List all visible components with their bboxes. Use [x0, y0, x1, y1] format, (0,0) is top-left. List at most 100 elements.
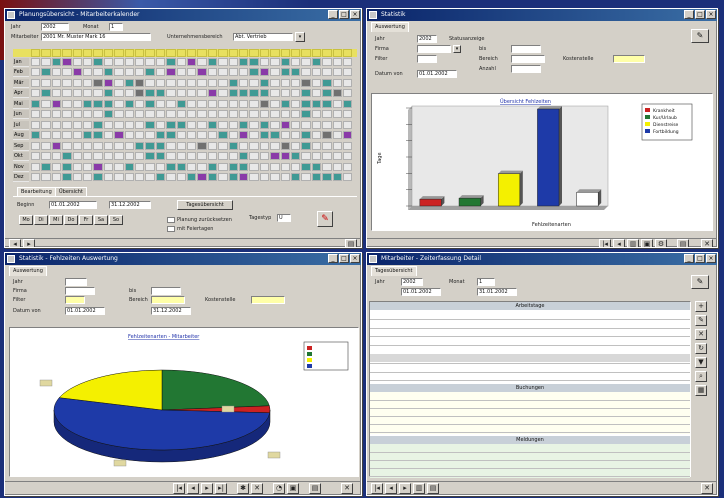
table-row[interactable]: [370, 319, 690, 327]
day-cell[interactable]: [311, 89, 322, 97]
day-cell[interactable]: [83, 131, 93, 139]
day-cell[interactable]: [291, 173, 301, 181]
day-cell[interactable]: [259, 100, 270, 108]
day-cell[interactable]: [270, 121, 280, 129]
tab-auswertung[interactable]: Auswertung: [9, 266, 47, 276]
day-cell[interactable]: [135, 68, 145, 76]
day-cell[interactable]: [280, 131, 290, 139]
day-cell[interactable]: [322, 100, 332, 108]
day-cell[interactable]: [51, 152, 62, 160]
day-cell[interactable]: [83, 121, 93, 129]
year-field[interactable]: [65, 278, 87, 286]
day-cell[interactable]: [83, 163, 93, 171]
day-cell[interactable]: [239, 131, 249, 139]
day-cell[interactable]: [259, 163, 270, 171]
filter-field[interactable]: [417, 55, 437, 63]
day-cell[interactable]: [41, 100, 51, 108]
day-cell[interactable]: [311, 100, 322, 108]
day-cell[interactable]: [176, 68, 186, 76]
day-cell[interactable]: [197, 163, 207, 171]
day-cell[interactable]: [145, 142, 155, 150]
day-cell[interactable]: [93, 110, 103, 118]
minimize-button[interactable]: _: [684, 254, 694, 263]
day-cell[interactable]: [239, 152, 249, 160]
maximize-button[interactable]: □: [695, 10, 705, 19]
day-cell[interactable]: [301, 163, 311, 171]
day-cell[interactable]: [249, 142, 259, 150]
day-cell[interactable]: [249, 163, 259, 171]
day-cell[interactable]: [197, 152, 207, 160]
day-cell[interactable]: [31, 173, 41, 181]
day-cell[interactable]: [103, 173, 114, 181]
day-cell[interactable]: [124, 79, 134, 87]
day-cell[interactable]: [207, 89, 218, 97]
day-cell[interactable]: [332, 142, 342, 150]
day-cell[interactable]: [72, 142, 82, 150]
day-cell[interactable]: [270, 163, 280, 171]
day-cell[interactable]: [270, 100, 280, 108]
day-cell[interactable]: [291, 163, 301, 171]
daytype-field[interactable]: U: [277, 214, 291, 222]
day-cell[interactable]: [31, 100, 41, 108]
print-icon[interactable]: ▤: [677, 239, 689, 247]
day-cell[interactable]: [114, 58, 124, 66]
day-cell[interactable]: [343, 58, 353, 66]
table-row[interactable]: [370, 372, 690, 380]
day-cell[interactable]: [155, 131, 166, 139]
day-cell[interactable]: [239, 173, 249, 181]
day-cell[interactable]: [270, 131, 280, 139]
day-cell[interactable]: [332, 110, 342, 118]
day-cell[interactable]: [311, 110, 322, 118]
day-cell[interactable]: [280, 152, 290, 160]
day-cell[interactable]: [176, 110, 186, 118]
weekday-button[interactable]: Di: [34, 215, 48, 225]
settings-icon[interactable]: ⚙: [655, 239, 667, 247]
tab-tagesuebersicht[interactable]: Tagesübersicht: [371, 266, 417, 276]
search-icon[interactable]: ⌕: [695, 371, 707, 382]
day-cell[interactable]: [218, 110, 228, 118]
day-cell[interactable]: [239, 89, 249, 97]
day-cell[interactable]: [228, 131, 238, 139]
company-field[interactable]: [417, 45, 451, 53]
day-cell[interactable]: [145, 68, 155, 76]
chart-icon[interactable]: ▥: [413, 483, 425, 494]
day-cell[interactable]: [322, 58, 332, 66]
day-cell[interactable]: [343, 131, 353, 139]
day-cell[interactable]: [343, 89, 353, 97]
day-cell[interactable]: [280, 142, 290, 150]
day-cell[interactable]: [311, 173, 322, 181]
begin-field[interactable]: 01.01.2002: [49, 201, 97, 209]
day-cell[interactable]: [51, 142, 62, 150]
day-cell[interactable]: [280, 68, 290, 76]
day-cell[interactable]: [135, 142, 145, 150]
day-cell[interactable]: [239, 163, 249, 171]
title-bar[interactable]: Planungsübersicht - Mitarbeiterkalender …: [5, 9, 361, 21]
day-cell[interactable]: [62, 163, 72, 171]
weekday-button[interactable]: Sa: [94, 215, 108, 225]
day-cell[interactable]: [176, 58, 186, 66]
day-cell[interactable]: [259, 142, 270, 150]
day-cell[interactable]: [62, 100, 72, 108]
day-cell[interactable]: [322, 173, 332, 181]
day-cell[interactable]: [301, 58, 311, 66]
day-cell[interactable]: [155, 121, 166, 129]
day-cell[interactable]: [187, 131, 197, 139]
print-icon[interactable]: ▤: [427, 483, 439, 494]
day-cell[interactable]: [145, 152, 155, 160]
day-cell[interactable]: [72, 131, 82, 139]
day-cell[interactable]: [124, 163, 134, 171]
weekday-button[interactable]: So: [109, 215, 123, 225]
day-cell[interactable]: [83, 173, 93, 181]
day-cell[interactable]: [280, 173, 290, 181]
day-cell[interactable]: [93, 121, 103, 129]
day-cell[interactable]: [93, 79, 103, 87]
day-cell[interactable]: [62, 79, 72, 87]
day-cell[interactable]: [155, 152, 166, 160]
day-cell[interactable]: [291, 152, 301, 160]
day-cell[interactable]: [103, 79, 114, 87]
day-cell[interactable]: [239, 121, 249, 129]
day-cell[interactable]: [343, 121, 353, 129]
day-cell[interactable]: [259, 58, 270, 66]
day-cell[interactable]: [343, 142, 353, 150]
day-cell[interactable]: [166, 163, 176, 171]
